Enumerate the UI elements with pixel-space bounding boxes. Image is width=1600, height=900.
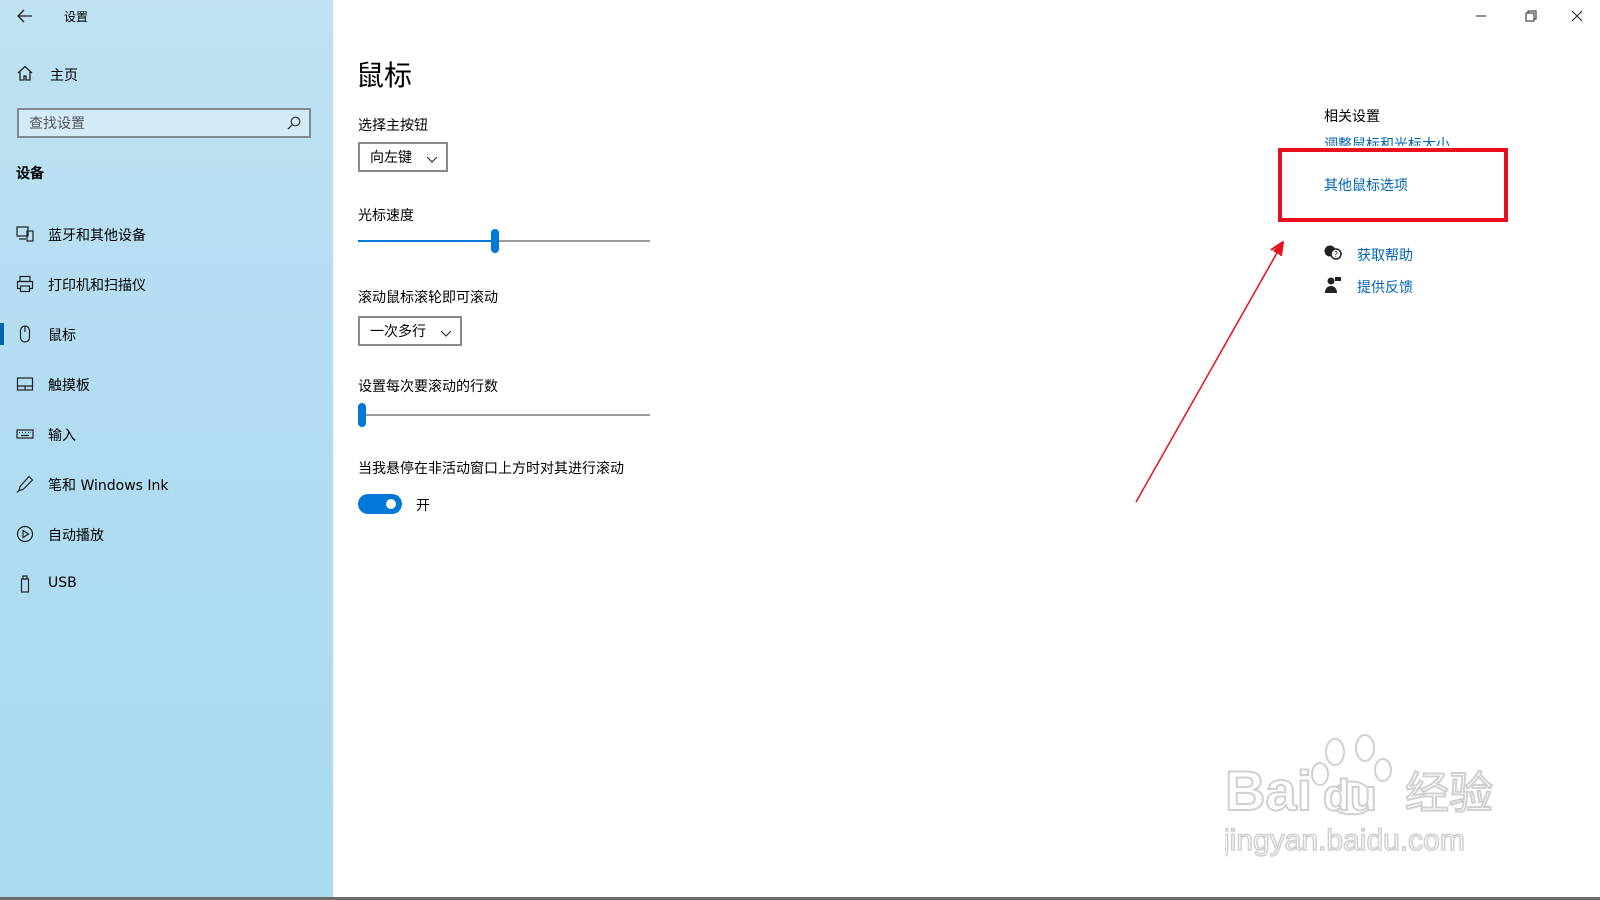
pen-icon [16, 475, 34, 493]
mouse-icon [16, 325, 34, 343]
sidebar-item-label: 蓝牙和其他设备 [48, 228, 146, 244]
slider-fill [358, 240, 495, 242]
sidebar-item-label: 鼠标 [48, 328, 76, 344]
baidu-watermark: Bai du 经验 jingyan.baidu.com [1221, 730, 1525, 870]
section-title: 设备 [16, 166, 44, 182]
feedback-link[interactable]: 提供反馈 [1323, 276, 1413, 298]
touchpad-icon [16, 375, 34, 393]
home-icon [16, 64, 34, 86]
sidebar-item-touchpad[interactable]: 触摸板 [0, 364, 333, 404]
help-chat-icon: ? [1323, 244, 1343, 266]
wheel-scroll-value: 一次多行 [370, 324, 426, 340]
get-help-label: 获取帮助 [1357, 248, 1413, 264]
autoplay-icon [16, 525, 34, 543]
watermark-suffix: du [1323, 771, 1377, 820]
primary-button-dropdown[interactable]: 向左键 [358, 142, 448, 172]
primary-button-value: 向左键 [370, 150, 412, 166]
search-box[interactable] [17, 108, 311, 138]
search-icon[interactable] [286, 115, 302, 135]
minimize-icon [1475, 7, 1487, 26]
back-arrow-icon[interactable] [14, 6, 36, 26]
sidebar-item-pen[interactable]: 笔和 Windows Ink [0, 464, 333, 504]
active-indicator [0, 323, 4, 345]
chevron-down-icon [426, 152, 438, 168]
sidebar-item-label: 打印机和扫描仪 [48, 278, 146, 294]
sidebar-home[interactable]: 主页 [16, 64, 78, 86]
sidebar-item-label: 自动播放 [48, 528, 104, 544]
bluetooth-devices-icon [16, 225, 34, 243]
slider-thumb[interactable] [358, 403, 366, 427]
toggle-knob [386, 499, 396, 509]
adjust-cursor-size-link[interactable]: 调整鼠标和光标大小 [1324, 134, 1450, 146]
toggle-state-label: 开 [416, 498, 430, 514]
get-help-link[interactable]: ? 获取帮助 [1323, 244, 1413, 266]
keyboard-icon [16, 425, 34, 443]
minimize-button[interactable] [1458, 0, 1504, 32]
related-settings-title: 相关设置 [1324, 109, 1380, 125]
sidebar-item-usb[interactable]: USB [0, 564, 333, 604]
home-label: 主页 [50, 68, 78, 84]
usb-icon [16, 575, 34, 593]
sidebar-item-printers[interactable]: 打印机和扫描仪 [0, 264, 333, 304]
annotation-arrow [1135, 240, 1284, 503]
feedback-label: 提供反馈 [1357, 280, 1413, 296]
sidebar-item-mouse[interactable]: 鼠标 [0, 314, 333, 354]
sidebar: 设置 主页 设备 蓝牙和其他设备 打印机和扫描仪 鼠标 [0, 0, 333, 900]
close-icon [1571, 7, 1583, 26]
wheel-scroll-label: 滚动鼠标滚轮即可滚动 [358, 290, 498, 306]
watermark-url: jingyan.baidu.com [1225, 824, 1465, 857]
cursor-speed-slider[interactable] [358, 229, 650, 253]
lines-to-scroll-label: 设置每次要滚动的行数 [358, 379, 498, 395]
printer-icon [16, 275, 34, 293]
sidebar-item-label: USB [48, 575, 77, 591]
inactive-scroll-toggle[interactable] [358, 494, 402, 514]
app-title: 设置 [64, 10, 89, 24]
inactive-scroll-label: 当我悬停在非活动窗口上方时对其进行滚动 [358, 461, 624, 477]
sidebar-item-label: 输入 [48, 428, 76, 444]
watermark-cn: 经验 [1405, 768, 1493, 819]
cursor-speed-label: 光标速度 [358, 208, 414, 224]
feedback-person-icon [1323, 276, 1343, 298]
restore-button[interactable] [1508, 0, 1554, 32]
page-title: 鼠标 [356, 59, 413, 92]
sidebar-item-label: 触摸板 [48, 378, 90, 394]
sidebar-item-typing[interactable]: 输入 [0, 414, 333, 454]
slider-track [358, 414, 650, 416]
svg-text:?: ? [1334, 250, 1338, 259]
sidebar-item-autoplay[interactable]: 自动播放 [0, 514, 333, 554]
chevron-down-icon [440, 326, 452, 342]
wheel-scroll-dropdown[interactable]: 一次多行 [358, 316, 462, 346]
search-input[interactable] [27, 114, 281, 134]
sidebar-item-bluetooth[interactable]: 蓝牙和其他设备 [0, 214, 333, 254]
restore-icon [1525, 7, 1537, 26]
sidebar-item-label: 笔和 Windows Ink [48, 478, 169, 494]
lines-to-scroll-slider[interactable] [358, 403, 650, 427]
slider-thumb[interactable] [491, 229, 499, 253]
primary-button-label: 选择主按钮 [358, 118, 428, 134]
close-button[interactable] [1554, 0, 1600, 32]
watermark-brand: Bai [1225, 759, 1312, 822]
highlight-box [1278, 148, 1508, 222]
